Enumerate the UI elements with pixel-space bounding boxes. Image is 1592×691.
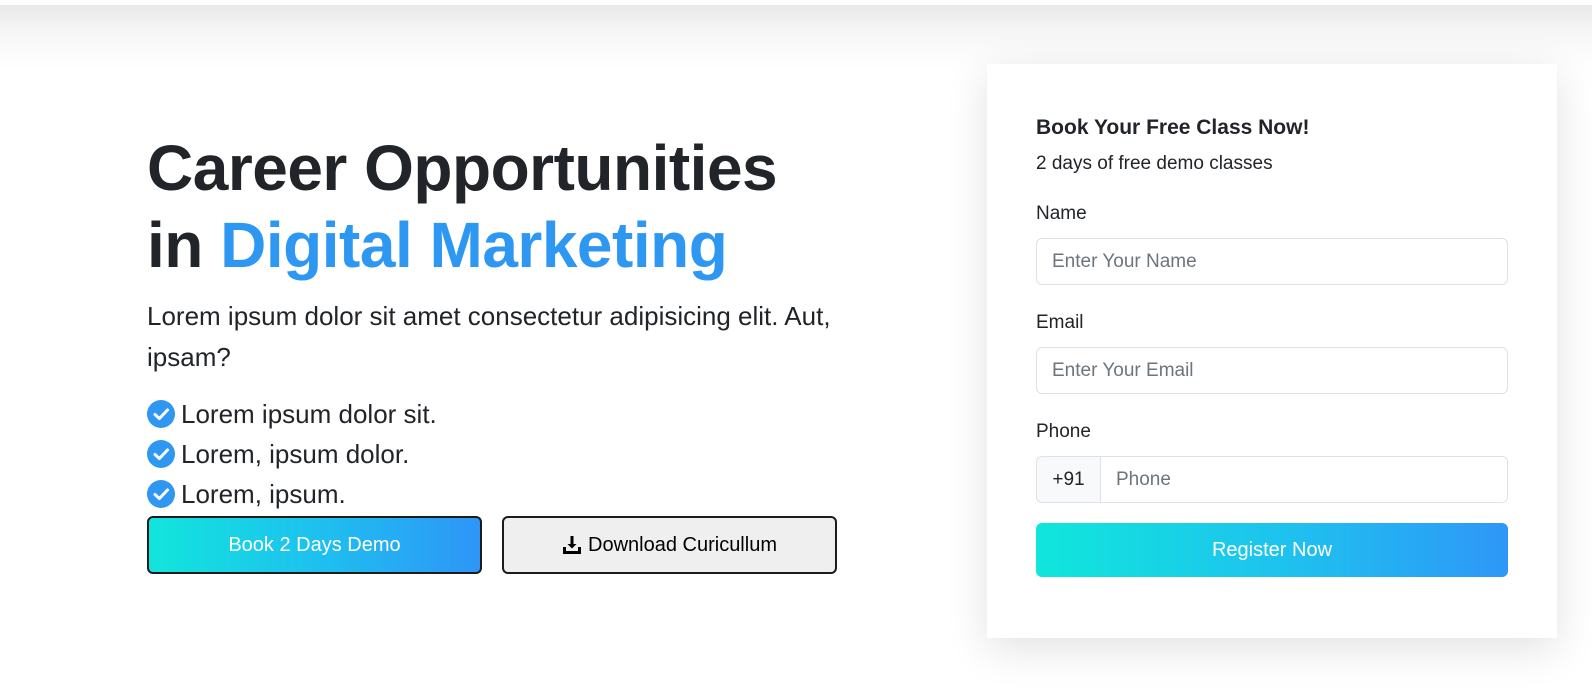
check-circle-icon [147, 400, 175, 428]
check-circle-icon [147, 440, 175, 468]
hero-title: Career Opportunities in Digital Marketin… [147, 130, 867, 284]
phone-input[interactable] [1100, 456, 1508, 503]
hero-title-prefix: in [147, 209, 203, 281]
form-subtitle: 2 days of free demo classes [1036, 153, 1273, 174]
feature-text: Lorem ipsum dolor sit. [181, 398, 437, 429]
hero-title-accent: Digital Marketing [220, 209, 728, 281]
check-circle-icon [147, 480, 175, 508]
phone-input-group: +91 [1036, 456, 1508, 503]
header-shadow [0, 0, 1592, 70]
download-button-label: Download Curicullum [588, 533, 777, 556]
header-edge [0, 0, 1592, 5]
feature-list: Lorem ipsum dolor sit. Lorem, ipsum dolo… [147, 394, 867, 514]
register-button[interactable]: Register Now [1036, 523, 1508, 577]
feature-text: Lorem, ipsum. [181, 478, 346, 509]
download-curriculum-button[interactable]: Download Curicullum [502, 516, 837, 574]
hero-title-line1: Career Opportunities [147, 132, 778, 204]
hero-section: Career Opportunities in Digital Marketin… [147, 130, 867, 514]
book-demo-button[interactable]: Book 2 Days Demo [147, 516, 482, 574]
feature-item: Lorem ipsum dolor sit. [147, 394, 867, 434]
signup-card: Book Your Free Class Now! 2 days of free… [987, 64, 1557, 638]
hero-lead: Lorem ipsum dolor sit amet consectetur a… [147, 301, 831, 372]
feature-item: Lorem, ipsum dolor. [147, 434, 867, 474]
email-label: Email [1036, 312, 1084, 333]
email-input[interactable] [1036, 347, 1508, 394]
download-icon [563, 536, 582, 554]
feature-text: Lorem, ipsum dolor. [181, 438, 410, 469]
hero-actions: Book 2 Days Demo Download Curicullum [147, 516, 837, 574]
form-title: Book Your Free Class Now! [1036, 116, 1310, 139]
country-code-prefix: +91 [1036, 456, 1100, 503]
phone-label: Phone [1036, 421, 1091, 442]
name-label: Name [1036, 203, 1087, 224]
feature-item: Lorem, ipsum. [147, 474, 867, 514]
name-input[interactable] [1036, 238, 1508, 285]
